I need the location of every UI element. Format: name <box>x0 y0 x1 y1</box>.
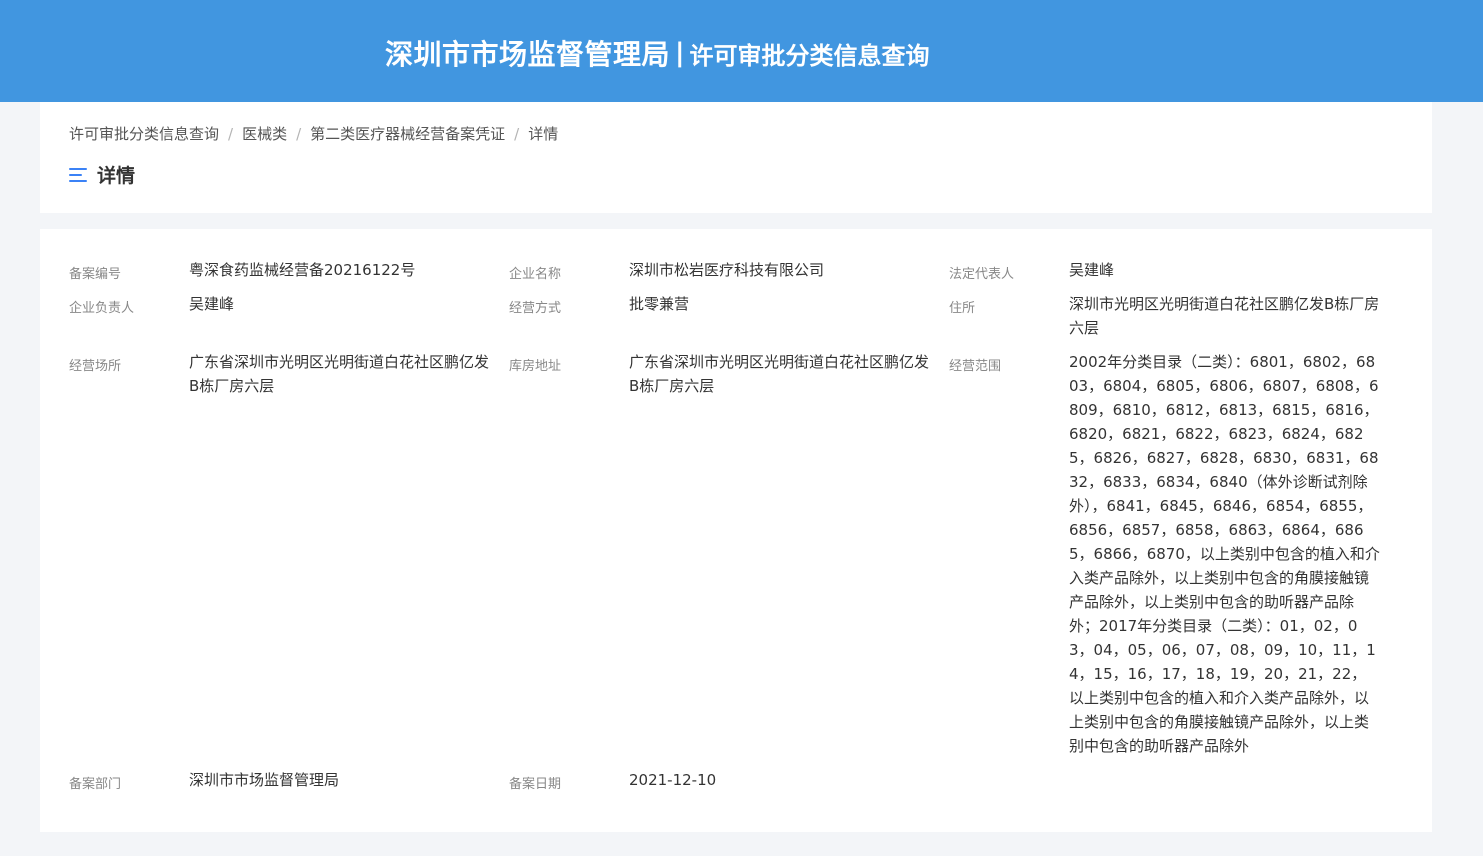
breadcrumb-separator: / <box>514 124 520 143</box>
residence-label: 住所 <box>949 301 976 316</box>
breadcrumb-item-medical-devices[interactable]: 医械类 <box>242 123 287 144</box>
principal-label: 企业负责人 <box>69 301 135 316</box>
legal-rep-label: 法定代表人 <box>949 267 1015 282</box>
legal-rep-value: 吴建峰 <box>1069 261 1115 279</box>
page-title: 详情 <box>69 161 135 188</box>
breadcrumb: 许可审批分类信息查询 / 医械类 / 第二类医疗器械经营备案凭证 / 详情 <box>69 123 558 144</box>
date-value: 2021-12-10 <box>629 771 717 789</box>
breadcrumb-item-detail: 详情 <box>528 125 559 143</box>
dept-value: 深圳市市场监督管理局 <box>189 771 340 789</box>
business-mode-label: 经营方式 <box>509 301 562 316</box>
warehouse-value: 广东省深圳市光明区光明街道白花社区鹏亿发B栋厂房六层 <box>629 353 930 395</box>
breadcrumb-separator: / <box>228 124 234 143</box>
breadcrumb-item-certificate[interactable]: 第二类医疗器械经营备案凭证 <box>310 123 505 144</box>
page-title-text: 详情 <box>97 165 136 187</box>
list-icon <box>69 167 87 183</box>
breadcrumb-separator: / <box>296 124 302 143</box>
top-banner: 深圳市市场监督管理局 | 许可审批分类信息查询 <box>0 0 1483 102</box>
site-title-separator: | <box>675 38 685 68</box>
record-no-value: 粤深食药监械经营备20216122号 <box>189 261 416 279</box>
date-label: 备案日期 <box>509 777 562 792</box>
residence-value: 深圳市光明区光明街道白花社区鹏亿发B栋厂房六层 <box>1069 295 1380 337</box>
scope-value: 2002年分类目录（二类）：6801，6802，6803，6804，6805，6… <box>1069 353 1380 755</box>
site-title-main: 深圳市市场监督管理局 <box>385 38 671 71</box>
principal-value: 吴建峰 <box>189 295 235 313</box>
breadcrumb-item-query[interactable]: 许可审批分类信息查询 <box>69 123 219 144</box>
dept-label: 备案部门 <box>69 777 122 792</box>
company-name-label: 企业名称 <box>509 267 562 282</box>
warehouse-label: 库房地址 <box>509 359 562 374</box>
premises-value: 广东省深圳市光明区光明街道白花社区鹏亿发B栋厂房六层 <box>189 353 490 395</box>
site-title: 深圳市市场监督管理局 | 许可审批分类信息查询 <box>385 33 930 73</box>
company-name-value: 深圳市松岩医疗科技有限公司 <box>629 261 825 279</box>
business-mode-value: 批零兼营 <box>629 295 690 313</box>
detail-card: 备案编号 粤深食药监械经营备20216122号 企业名称 深圳市松岩医疗科技有限… <box>40 229 1432 832</box>
page-header-card: 许可审批分类信息查询 / 医械类 / 第二类医疗器械经营备案凭证 / 详情 详情 <box>40 102 1432 213</box>
record-no-label: 备案编号 <box>69 267 122 282</box>
site-title-sub: 许可审批分类信息查询 <box>689 41 930 70</box>
premises-label: 经营场所 <box>69 359 122 374</box>
scope-label: 经营范围 <box>949 359 1002 374</box>
